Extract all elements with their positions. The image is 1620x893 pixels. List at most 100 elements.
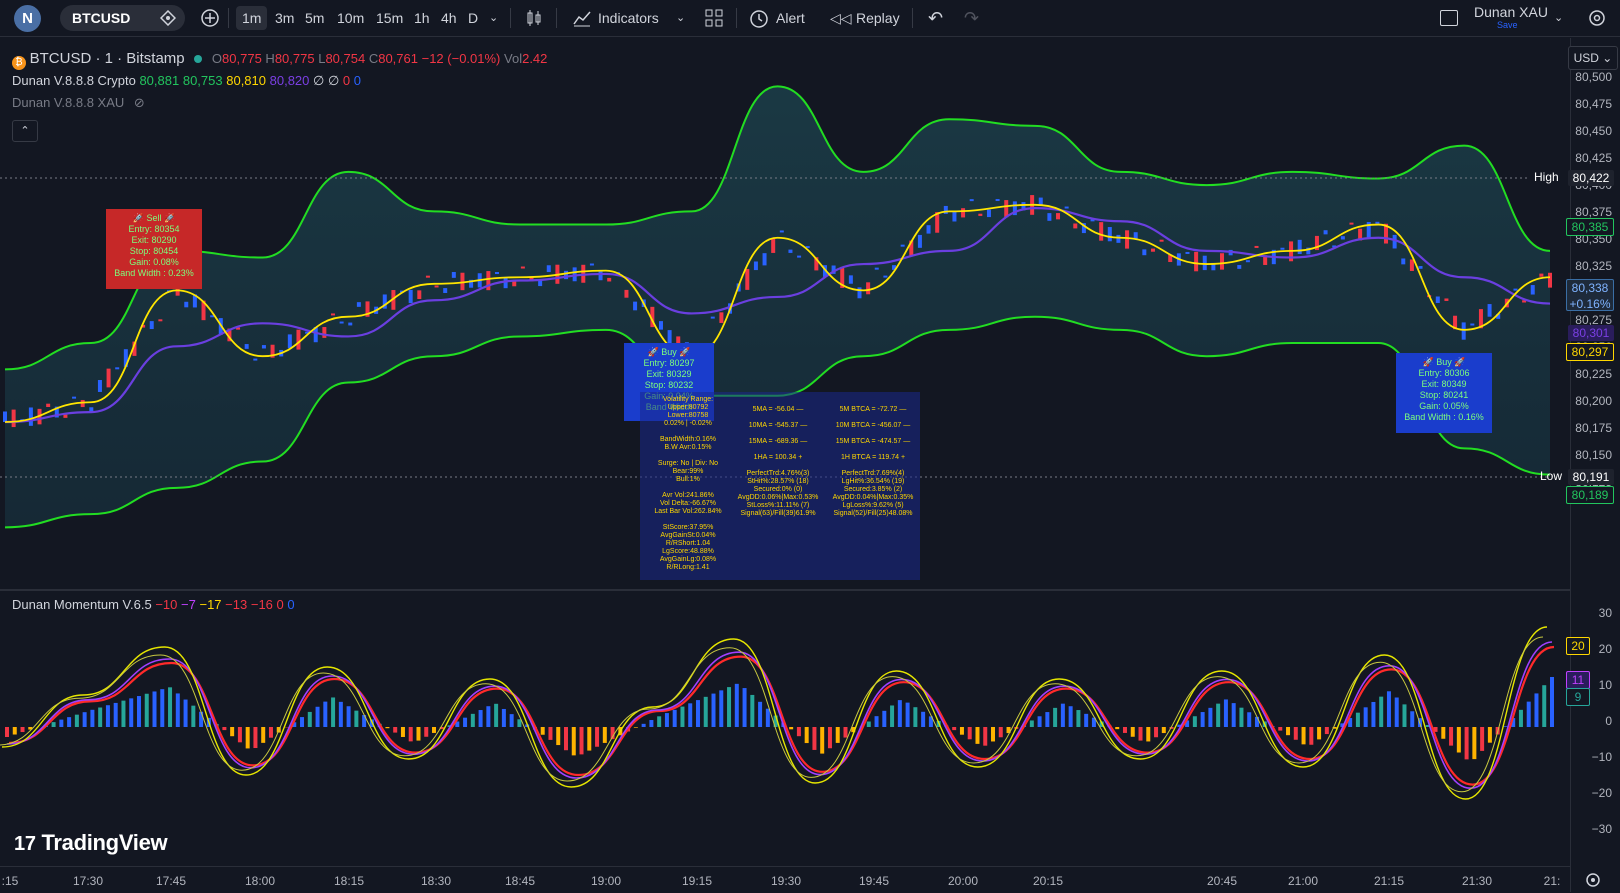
stats-line: StScore:37.95%	[646, 524, 730, 532]
buy1-stop: Stop: 80232	[624, 380, 714, 391]
momentum-bar	[1434, 727, 1438, 732]
auto-scale-settings-icon[interactable]	[1584, 871, 1602, 889]
momentum-bar	[1465, 727, 1469, 759]
slow-ma-tag: 80,301	[1568, 325, 1614, 341]
stats-line: R/RLong:1.41	[646, 564, 730, 572]
momentum-bar	[727, 687, 731, 727]
timeframe-1m[interactable]: 1m	[236, 6, 267, 30]
momentum-bar	[1185, 720, 1189, 727]
candle	[1056, 213, 1060, 219]
indicators-icon[interactable]	[572, 8, 592, 28]
user-avatar[interactable]: N	[14, 5, 41, 32]
momentum-bar	[867, 722, 871, 727]
compare-icon[interactable]	[160, 10, 176, 26]
candle	[1375, 222, 1379, 224]
stats-line: Surge: No | Div: No	[646, 460, 730, 468]
momentum-bar	[1100, 721, 1104, 727]
candle	[150, 321, 154, 329]
momentum-bar	[378, 724, 382, 727]
hidden-eye-icon[interactable]: ⊘	[134, 95, 145, 110]
momentum-bar	[766, 709, 770, 727]
timeframe-3m[interactable]: 3m	[275, 6, 294, 30]
momentum-bar	[1496, 727, 1500, 734]
momentum-bar	[890, 705, 894, 727]
momentum-bar	[207, 718, 211, 727]
fullscreen-icon[interactable]	[1440, 10, 1458, 26]
buy-signal-box-2[interactable]: 🚀 Buy 🚀 Entry: 80306 Exit: 80349 Stop: 8…	[1396, 353, 1492, 433]
momentum-bar	[52, 722, 56, 727]
stats-line	[730, 446, 826, 454]
candle	[1393, 235, 1397, 249]
momentum-bar	[1115, 727, 1119, 729]
add-symbol-icon[interactable]	[200, 8, 220, 28]
sell-signal-box[interactable]: 🚀 Sell 🚀 Entry: 80354 Exit: 80290 Stop: …	[106, 209, 202, 289]
layout-name[interactable]: Dunan XAU	[1474, 4, 1548, 20]
stats-line: Vol Delta:-66.67%	[646, 500, 730, 508]
layout-grid-icon[interactable]	[704, 8, 724, 28]
indicator2-legend-row[interactable]: Dunan V.8.8.8 XAU ⊘	[12, 92, 547, 114]
candle	[141, 325, 145, 328]
momentum-purple-line	[7, 642, 1552, 788]
candle-style-icon[interactable]	[524, 8, 544, 28]
timeframe-D[interactable]: D	[468, 6, 478, 30]
momentum-bar	[1379, 697, 1383, 727]
candle	[944, 206, 948, 214]
collapse-legend-chevron-up-icon[interactable]: ⌃	[12, 120, 38, 142]
low-price-tag: 80,191	[1568, 469, 1614, 485]
candle	[1332, 245, 1336, 247]
candle	[581, 265, 585, 283]
momentum-bar	[898, 700, 902, 727]
momentum-bar	[1371, 702, 1375, 727]
indicators-button[interactable]: Indicators	[598, 6, 659, 30]
replay-icon[interactable]: ◁◁	[830, 6, 852, 30]
settings-gear-icon[interactable]	[1586, 7, 1608, 29]
timeframe-chevron-down-icon[interactable]: ⌄	[489, 6, 498, 30]
momentum-bar	[292, 722, 296, 727]
replay-button[interactable]: Replay	[856, 6, 900, 30]
momentum-bar	[253, 727, 257, 748]
symbol-search[interactable]: BTCUSD	[60, 5, 185, 31]
momentum-axis-tick: 10	[1599, 678, 1612, 692]
stats-line: StHit%:28.57% (18)	[730, 478, 826, 486]
timeframe-10m[interactable]: 10m	[337, 6, 364, 30]
momentum-bar	[238, 727, 242, 742]
open-label: O	[212, 51, 222, 66]
redo-icon[interactable]: ↷	[964, 6, 979, 30]
symbol-legend-row: ₿ BTCUSD · 1 · Bitstamp O80,775 H80,775 …	[12, 48, 547, 70]
momentum-legend[interactable]: Dunan Momentum V.6.5 −10 −7 −17 −13 −16 …	[12, 597, 295, 612]
indicators-chevron-down-icon[interactable]: ⌄	[676, 6, 685, 30]
indicator1-name[interactable]: Dunan V.8.8.8 Crypto	[12, 73, 136, 88]
alert-button[interactable]: Alert	[776, 6, 805, 30]
timeframe-4h[interactable]: 4h	[441, 6, 457, 30]
momentum-bar	[750, 695, 754, 727]
volume-value: 2.42	[522, 51, 547, 66]
timeframe-5m[interactable]: 5m	[305, 6, 324, 30]
alert-clock-icon[interactable]	[748, 7, 770, 29]
candle	[1539, 274, 1543, 277]
momentum-bar	[921, 712, 925, 727]
stats-line: Bear:99%	[646, 468, 730, 476]
momentum-bar	[1395, 698, 1399, 727]
timeframe-1h[interactable]: 1h	[414, 6, 430, 30]
candle	[573, 267, 577, 281]
momentum-bar	[882, 711, 886, 727]
undo-icon[interactable]: ↶	[928, 6, 943, 30]
momentum-name[interactable]: Dunan Momentum V.6.5	[12, 597, 152, 612]
currency-select[interactable]: USD ⌄	[1568, 46, 1618, 70]
timeframe-15m[interactable]: 15m	[376, 6, 403, 30]
layout-chevron-down-icon[interactable]: ⌄	[1554, 6, 1563, 30]
candle	[875, 268, 879, 270]
momentum-bar	[308, 712, 312, 727]
momentum-bar	[665, 713, 669, 727]
stats-line	[730, 462, 826, 470]
candle	[814, 257, 818, 270]
indicator2-name[interactable]: Dunan V.8.8.8 XAU	[12, 95, 124, 110]
momentum-bar	[696, 700, 700, 727]
indicator1-legend-row[interactable]: Dunan V.8.8.8 Crypto 80,881 80,753 80,81…	[12, 70, 547, 92]
momentum-bar	[75, 715, 79, 727]
symbol-title[interactable]: BTCUSD · 1 · Bitstamp	[30, 50, 185, 67]
candle	[788, 250, 792, 253]
candle	[202, 301, 206, 321]
fast-ma-tag: 80,297	[1566, 343, 1614, 361]
sell-entry: Entry: 80354	[106, 224, 202, 235]
